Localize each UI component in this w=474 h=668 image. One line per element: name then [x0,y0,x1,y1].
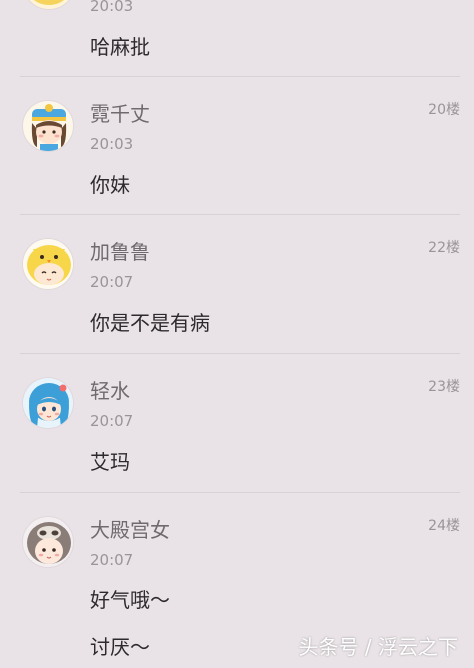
comment-thread: 20:03 哈麻批 霓千丈 20楼 20:03 你妹 加鲁鲁 22楼 20:07… [0,0,474,668]
username[interactable]: 轻水 [90,375,130,404]
comment-content: 你是不是有病 [90,311,210,335]
floor-number: 23楼 [428,379,460,395]
comment-content: 艾玛 [90,450,130,474]
divider [20,214,460,215]
girl-blue-hat-avatar [23,101,73,151]
divider [20,76,460,77]
watermark: 头条号 / 浮云之下 [298,635,458,659]
yellow-chick-costume-avatar [23,239,73,289]
floor-number: 24楼 [428,518,460,534]
avatar[interactable] [22,100,74,152]
comment-content-line-2: 讨厌～ [90,635,150,659]
username[interactable]: 大殿宫女 [90,514,170,543]
comment-time: 20:07 [90,273,134,291]
blue-hair-girl-avatar [23,378,73,428]
floor-number: 22楼 [428,240,460,256]
comment-time: 20:03 [90,135,134,153]
avatar[interactable] [22,0,76,10]
avatar[interactable] [22,516,74,568]
comment-time: 20:07 [90,551,134,569]
comment-time: 20:03 [90,0,134,15]
avatar[interactable] [22,377,74,429]
username[interactable]: 加鲁鲁 [90,236,150,265]
sloth-hood-avatar [23,517,73,567]
comment-content: 你妹 [90,173,130,197]
divider [20,353,460,354]
comment-content: 好气哦～ [90,588,170,612]
avatar[interactable] [22,238,74,290]
divider [20,492,460,493]
comment-time: 20:07 [90,412,134,430]
floor-number: 20楼 [428,102,460,118]
username[interactable]: 霓千丈 [90,98,150,127]
comment-content: 哈麻批 [90,35,150,59]
